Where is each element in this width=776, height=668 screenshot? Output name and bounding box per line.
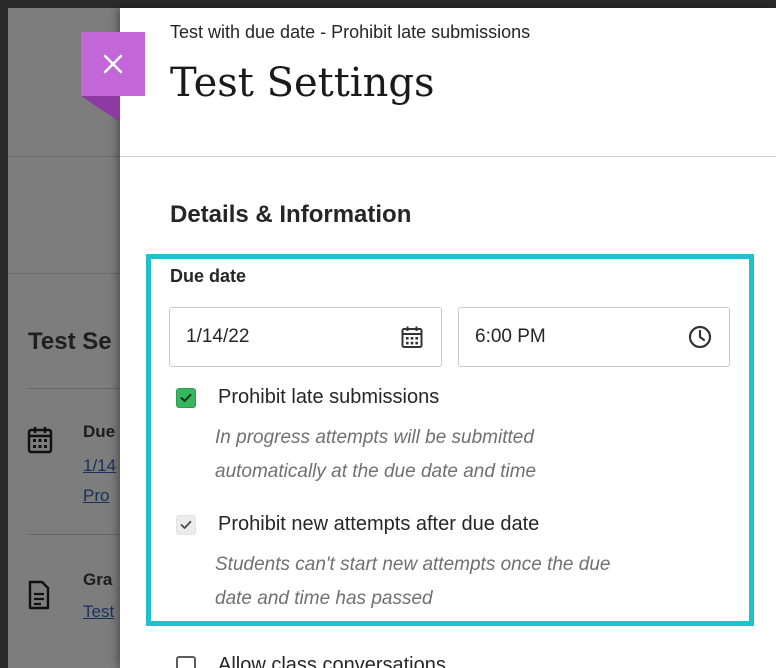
allow-class-conversations-checkbox[interactable]	[176, 655, 196, 668]
background-divider	[8, 273, 123, 274]
document-icon	[27, 580, 53, 610]
close-button-tail	[81, 96, 120, 122]
header-divider	[120, 156, 776, 157]
checkmark-icon	[180, 393, 192, 402]
option-label: Allow class conversations	[218, 654, 446, 668]
close-icon	[103, 54, 123, 74]
prohibit-late-submissions-option[interactable]: Prohibit late submissions	[176, 386, 439, 409]
due-date-input[interactable]: 1/14/22	[169, 307, 442, 367]
test-settings-panel: Test with due date - Prohibit late submi…	[120, 8, 776, 668]
option-helper-text: date and time has passed	[215, 588, 433, 609]
allow-class-conversations-option[interactable]: Allow class conversations	[176, 654, 446, 668]
background-item-link[interactable]: Test	[83, 602, 114, 622]
background-item-title: Due	[83, 422, 116, 441]
option-label: Prohibit new attempts after due date	[218, 513, 540, 535]
due-date-label: Due date	[170, 266, 247, 286]
checkmark-icon	[180, 520, 192, 529]
prohibit-new-attempts-option[interactable]: Prohibit new attempts after due date	[176, 513, 539, 536]
option-helper-text: automatically at the due date and time	[215, 461, 537, 482]
background-item-link[interactable]: 1/14	[83, 456, 116, 476]
due-time-input[interactable]: 6:00 PM	[458, 307, 730, 367]
prohibit-late-submissions-checkbox[interactable]	[176, 387, 196, 408]
background-item-title: Gra	[83, 570, 113, 589]
background-separator	[28, 388, 123, 389]
option-helper-text: Students can't start new attempts once t…	[215, 554, 611, 575]
page-title: Test Settings	[170, 60, 435, 106]
option-label: Prohibit late submissions	[218, 386, 440, 408]
due-date-value: 1/14/22	[186, 326, 250, 347]
background-item-link[interactable]: Pro	[83, 486, 109, 506]
prohibit-new-attempts-checkbox[interactable]	[176, 514, 196, 535]
calendar-icon	[27, 426, 53, 454]
calendar-icon[interactable]	[399, 324, 425, 350]
option-helper-text: In progress attempts will be submitted	[215, 427, 534, 448]
clock-icon[interactable]	[687, 324, 713, 350]
background-divider	[8, 156, 123, 157]
section-heading: Details & Information	[170, 201, 412, 228]
close-button[interactable]	[81, 32, 145, 96]
due-time-value: 6:00 PM	[475, 326, 546, 347]
background-section-title: Test Se	[28, 328, 112, 355]
background-separator	[28, 534, 123, 535]
panel-subtitle: Test with due date - Prohibit late submi…	[170, 22, 531, 42]
